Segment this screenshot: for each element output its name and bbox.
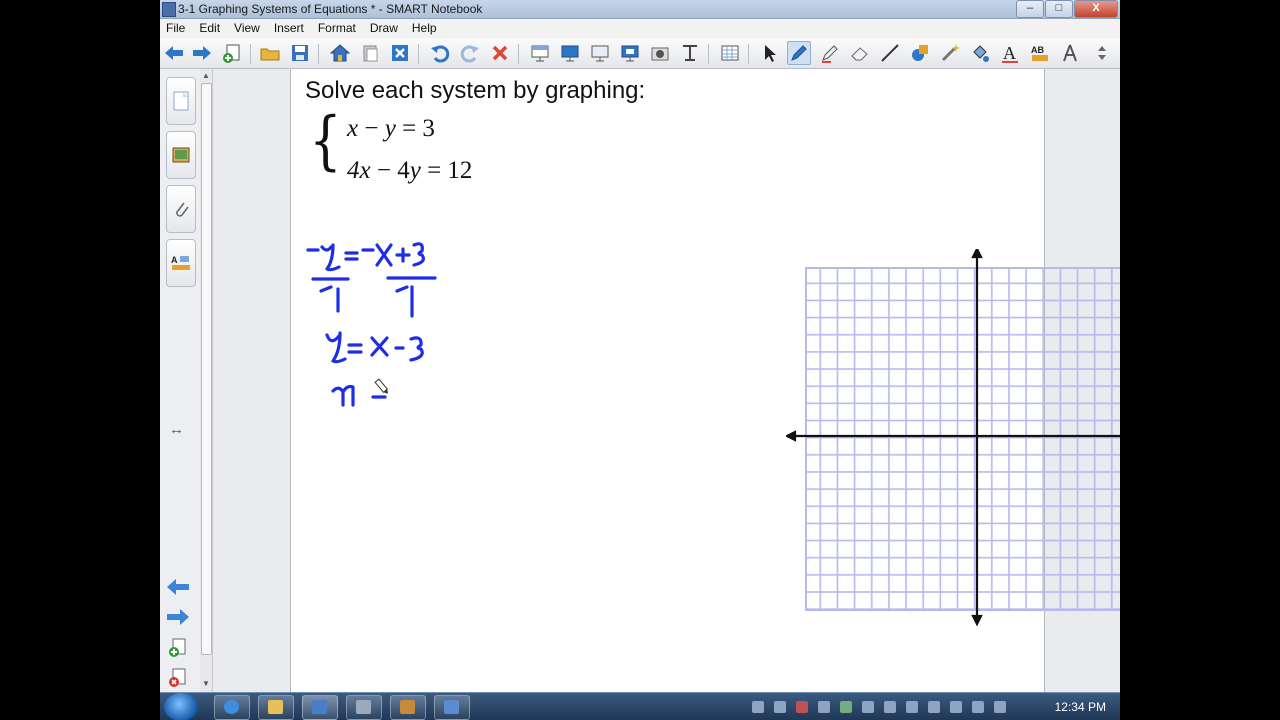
tray-icon-7[interactable] <box>884 701 896 713</box>
camera-icon[interactable] <box>648 41 672 65</box>
pen-icon[interactable] <box>787 41 811 65</box>
eraser-icon[interactable] <box>848 41 872 65</box>
delete-icon[interactable] <box>488 41 512 65</box>
properties-icon[interactable]: AB <box>1028 41 1052 65</box>
page-sorter-tab[interactable] <box>166 77 196 125</box>
close-button[interactable]: X <box>1074 0 1118 18</box>
x-axis-left-arrow <box>786 430 797 442</box>
back-arrow-icon[interactable] <box>162 41 186 65</box>
redo-icon[interactable] <box>458 41 482 65</box>
dual-screen-icon[interactable] <box>588 41 612 65</box>
creative-pen-icon[interactable] <box>818 41 842 65</box>
notebook-page[interactable]: Solve each system by graphing: { x − y =… <box>290 69 1120 692</box>
app-icon <box>162 2 176 17</box>
taskbar-app-5[interactable] <box>390 695 426 720</box>
full-screen-icon[interactable] <box>558 41 582 65</box>
select-arrow-icon[interactable] <box>758 41 782 65</box>
coordinate-grid <box>786 249 1120 627</box>
tray-icon-5[interactable] <box>840 701 852 713</box>
svg-text:A: A <box>171 255 178 265</box>
toolbar-arrows-icon[interactable] <box>1090 41 1114 65</box>
scroll-up-icon[interactable]: ▲ <box>202 71 210 80</box>
delete-page-side-icon[interactable] <box>167 667 189 694</box>
capture-icon[interactable] <box>618 41 642 65</box>
svg-text:AB: AB <box>1031 45 1044 55</box>
gallery-tab[interactable] <box>166 131 196 179</box>
line-icon[interactable] <box>878 41 902 65</box>
tray-icon-2[interactable] <box>774 701 786 713</box>
text-icon[interactable]: A <box>998 41 1022 65</box>
menu-help[interactable]: Help <box>406 19 445 38</box>
network-icon[interactable] <box>972 701 984 713</box>
action-center-icon[interactable] <box>994 701 1006 713</box>
maximize-button[interactable]: □ <box>1045 0 1073 18</box>
screen-shade-icon[interactable] <box>528 41 552 65</box>
menu-format[interactable]: Format <box>312 19 364 38</box>
y-axis-down-arrow <box>971 614 983 627</box>
title-bar[interactable]: 3-1 Graphing Systems of Equations * - SM… <box>160 0 1120 19</box>
properties-tab[interactable]: A <box>166 239 196 287</box>
taskbar-app-4[interactable] <box>346 695 382 720</box>
app-icon-4 <box>356 700 371 714</box>
toolbar: A AB <box>160 38 1120 69</box>
menu-insert[interactable]: Insert <box>268 19 312 38</box>
taskbar-smart-notebook[interactable] <box>302 695 338 720</box>
menu-file[interactable]: File <box>160 19 193 38</box>
add-page-icon[interactable] <box>220 41 244 65</box>
grid-cells <box>806 268 1120 610</box>
undo-icon[interactable] <box>428 41 452 65</box>
forward-arrow-icon[interactable] <box>190 41 214 65</box>
taskbar-app-6[interactable] <box>434 695 470 720</box>
menu-draw[interactable]: Draw <box>364 19 406 38</box>
app-icon-5 <box>400 700 415 714</box>
shape-icon[interactable] <box>908 41 932 65</box>
side-tab-panel: A ↔ <box>160 69 201 692</box>
scrollbar-thumb[interactable] <box>201 83 212 655</box>
taskbar-ie[interactable] <box>214 695 250 720</box>
smart-notebook-window: 3-1 Graphing Systems of Equations * - SM… <box>160 0 1120 720</box>
menu-view[interactable]: View <box>228 19 268 38</box>
side-panel-scrollbar[interactable]: ▲ ▼ <box>200 69 213 692</box>
handwriting-ink <box>306 242 437 407</box>
window-title: 3-1 Graphing Systems of Equations * - SM… <box>178 2 483 16</box>
taskbar-explorer[interactable] <box>258 695 294 720</box>
tray-icon-3[interactable] <box>796 701 808 713</box>
previous-page-icon[interactable] <box>166 577 190 602</box>
fill-icon[interactable] <box>968 41 992 65</box>
home-icon[interactable] <box>328 41 352 65</box>
menu-edit[interactable]: Edit <box>193 19 228 38</box>
tray-icon-4[interactable] <box>818 701 830 713</box>
add-page-side-icon[interactable] <box>167 637 189 664</box>
volume-icon[interactable] <box>950 701 962 713</box>
open-folder-icon[interactable] <box>258 41 282 65</box>
magic-pen-icon[interactable] <box>938 41 962 65</box>
tray-icon-6[interactable] <box>862 701 874 713</box>
tray-icon-1[interactable] <box>752 701 764 713</box>
menu-bar: File Edit View Insert Format Draw Help <box>160 19 1120 38</box>
document-camera-icon[interactable] <box>678 41 702 65</box>
taskbar-clock[interactable]: 12:34 PM <box>1055 700 1106 714</box>
folder-icon <box>268 700 283 714</box>
attachments-tab[interactable] <box>166 185 196 233</box>
notebook-icon <box>312 700 327 714</box>
taskbar: 12:34 PM <box>160 692 1120 720</box>
save-icon[interactable] <box>288 41 312 65</box>
minimize-button[interactable]: – <box>1016 0 1044 18</box>
paste-icon[interactable] <box>358 41 382 65</box>
app-icon-6 <box>444 700 459 714</box>
tray-icon-9[interactable] <box>928 701 940 713</box>
tray-icon-8[interactable] <box>906 701 918 713</box>
compass-icon[interactable] <box>1058 41 1082 65</box>
svg-text:A: A <box>1003 43 1016 63</box>
letterbox-left <box>0 0 160 720</box>
table-icon[interactable] <box>718 41 742 65</box>
ie-icon <box>224 700 239 714</box>
start-button[interactable] <box>164 693 198 720</box>
scroll-down-icon[interactable]: ▼ <box>202 679 210 688</box>
letterbox-right <box>1120 0 1280 720</box>
collapse-panel-icon[interactable]: ↔ <box>169 421 184 438</box>
y-axis-up-arrow <box>971 249 983 259</box>
next-page-icon[interactable] <box>166 607 190 632</box>
delete-page-icon[interactable] <box>388 41 412 65</box>
